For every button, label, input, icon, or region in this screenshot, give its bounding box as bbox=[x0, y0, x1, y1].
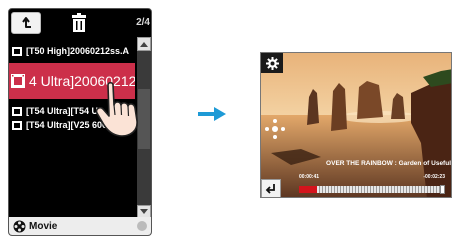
progress-fill bbox=[299, 186, 317, 193]
right-arrow-icon bbox=[198, 107, 226, 121]
trash-icon[interactable] bbox=[70, 13, 88, 33]
list-item[interactable]: [T50 High]20060212ss.A bbox=[9, 43, 135, 59]
track-title: OVER THE RAINBOW : Garden of Useful bbox=[326, 160, 451, 167]
back-arrow-icon bbox=[22, 17, 31, 28]
film-icon bbox=[11, 74, 25, 88]
file-name: [T50 High]20060212ss.A bbox=[26, 46, 130, 56]
info-button[interactable] bbox=[137, 221, 147, 231]
progress-bar[interactable] bbox=[299, 185, 445, 194]
browser-toolbar: 2/4 bbox=[9, 9, 151, 37]
time-elapsed: 00:00:41 bbox=[299, 174, 320, 180]
film-icon bbox=[12, 106, 22, 116]
time-remaining: -00:02:23 bbox=[423, 174, 445, 180]
page-indicator: 2/4 bbox=[136, 17, 150, 28]
file-name: [T54 Ultra][T54 U bbox=[26, 106, 99, 116]
film-icon bbox=[12, 46, 22, 56]
film-icon bbox=[12, 120, 22, 130]
mode-label: Movie bbox=[29, 220, 58, 232]
mode-bar: Movie bbox=[9, 217, 151, 235]
settings-button[interactable] bbox=[261, 53, 283, 73]
gear-icon bbox=[265, 56, 279, 70]
video-player-screen: OVER THE RAINBOW : Garden of Useful 00:0… bbox=[260, 52, 452, 198]
file-browser-screen: 2/4 [T50 High]20060212ss.A 4 Ultra]20060… bbox=[8, 8, 152, 236]
movie-reel-icon bbox=[13, 220, 26, 232]
return-icon bbox=[265, 184, 275, 194]
scroll-up-button[interactable] bbox=[137, 37, 151, 51]
return-button[interactable] bbox=[261, 179, 281, 197]
back-button[interactable] bbox=[11, 12, 41, 34]
dpad-icon[interactable] bbox=[265, 119, 285, 139]
progress-end-marker bbox=[440, 185, 445, 194]
hand-pointer-icon bbox=[95, 81, 138, 137]
chevron-down-icon bbox=[140, 209, 148, 214]
chevron-up-icon bbox=[140, 42, 148, 47]
